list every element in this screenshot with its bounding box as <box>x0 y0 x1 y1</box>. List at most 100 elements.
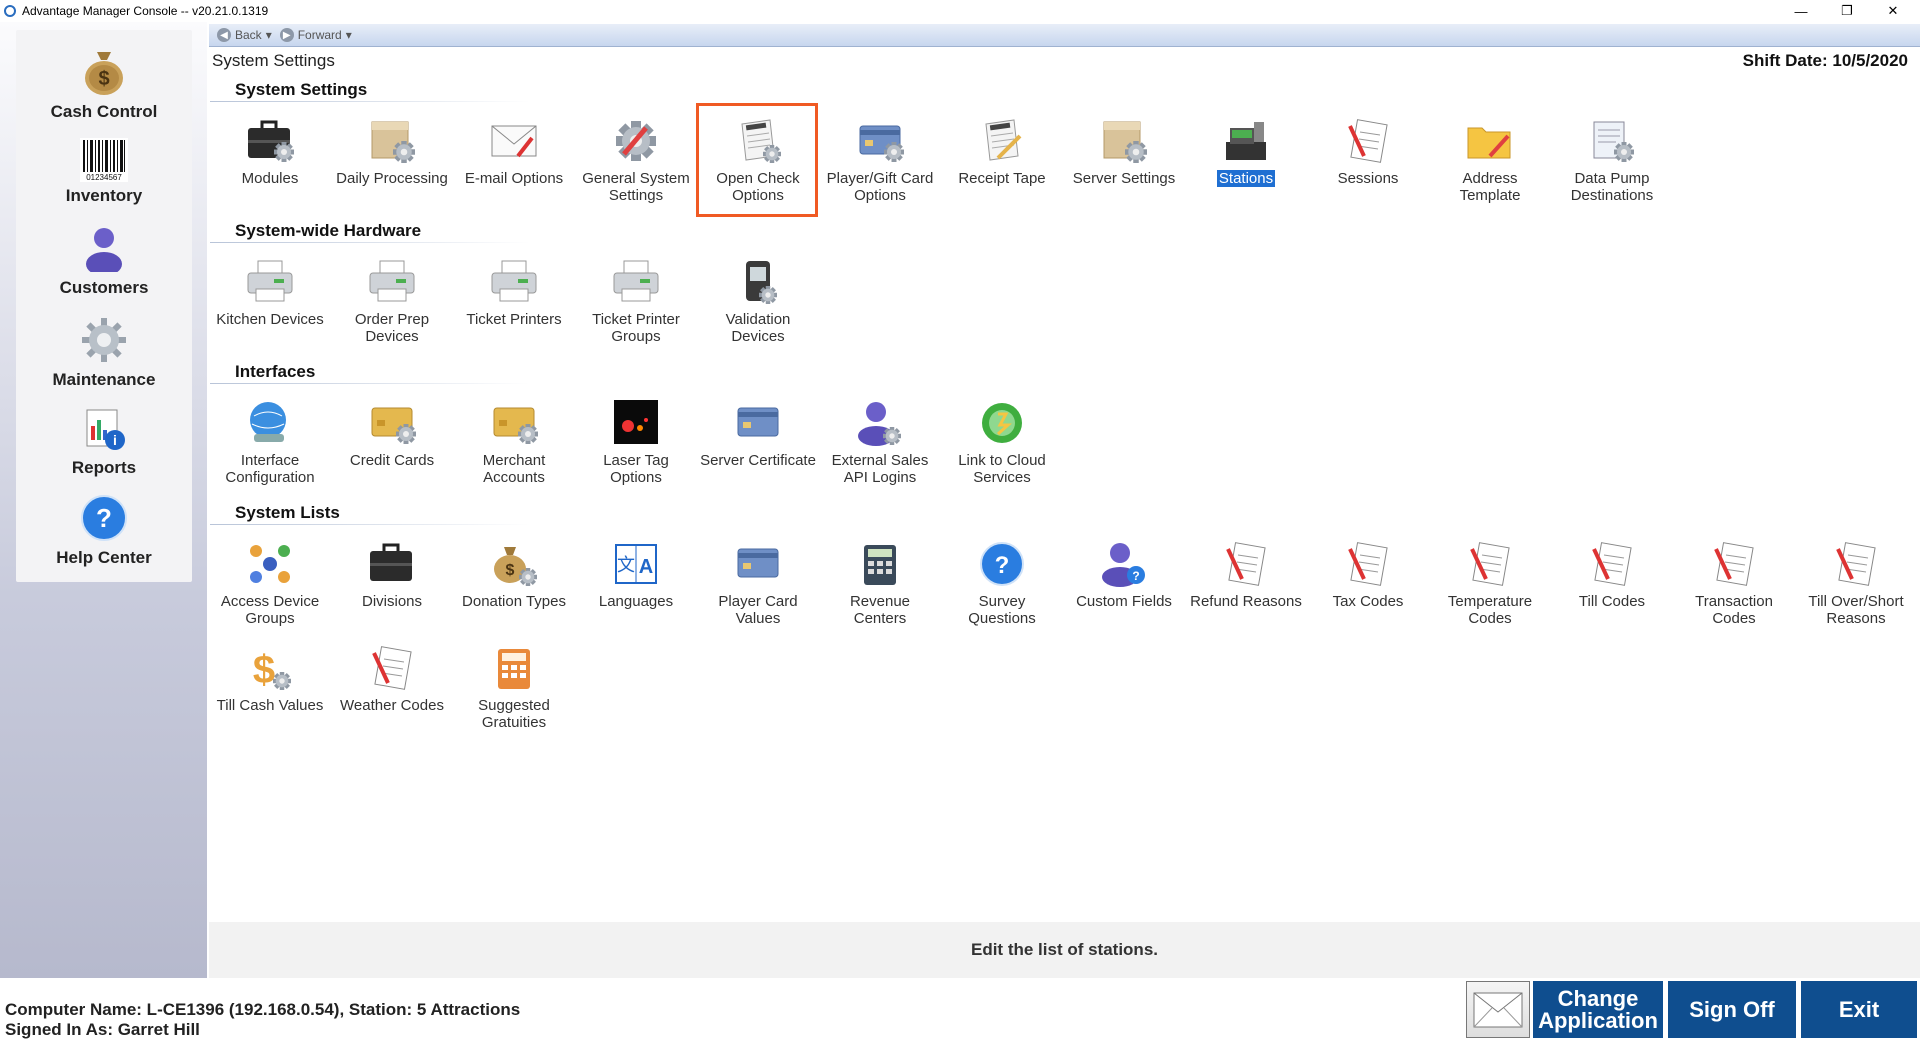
tile-label: Languages <box>598 593 674 610</box>
tile-label: Interface Configuration <box>225 452 315 486</box>
sidebar-item-reports[interactable]: i Reports <box>16 406 192 478</box>
tile-player-card-values[interactable]: Player Card Values <box>698 539 818 627</box>
section-divider <box>210 101 530 102</box>
tile-ticket-printer-groups[interactable]: Ticket Printer Groups <box>576 257 696 345</box>
minimize-button[interactable]: — <box>1778 0 1824 22</box>
tile-label: Divisions <box>361 593 422 610</box>
tile-suggested-gratuities[interactable]: Suggested Gratuities <box>454 643 574 731</box>
tile-address-template[interactable]: Address Template <box>1430 116 1550 204</box>
tile-till-over-short-reasons[interactable]: Till Over/Short Reasons <box>1796 539 1916 627</box>
section-divider <box>210 383 530 384</box>
tile-till-codes[interactable]: Till Codes <box>1552 539 1672 610</box>
mail-button[interactable] <box>1466 981 1530 1038</box>
section-title-system-wide-hardware: System-wide Hardware <box>235 221 422 240</box>
server-box-icon <box>1103 121 1147 163</box>
tile-stations[interactable]: Stations <box>1186 116 1306 187</box>
tile-player-gift-card-options[interactable]: Player/Gift Card Options <box>820 116 940 204</box>
sidebar-item-label: Customers <box>59 278 149 297</box>
tile-general-system-settings[interactable]: General System Settings <box>576 116 696 204</box>
tile-divisions[interactable]: Divisions <box>332 539 452 610</box>
card-icon <box>737 407 779 437</box>
tile-label: Access Device Groups <box>220 593 320 627</box>
tile-ticket-printers[interactable]: Ticket Printers <box>454 257 574 328</box>
change-application-button[interactable]: Change Application <box>1533 981 1663 1038</box>
signed-in-user: Signed In As: Garret Hill <box>5 1020 200 1039</box>
sign-off-button[interactable]: Sign Off <box>1668 981 1796 1038</box>
tile-transaction-codes[interactable]: Transaction Codes <box>1674 539 1794 627</box>
sidebar-item-cash-control[interactable]: $ Cash Control <box>16 46 192 122</box>
tile-label: Modules <box>241 170 299 187</box>
computer-info: Computer Name: L-CE1396 (192.168.0.54), … <box>5 1000 520 1040</box>
tile-revenue-centers[interactable]: Revenue Centers <box>820 539 940 627</box>
back-label: Back <box>235 28 262 42</box>
sidebar-item-label: Reports <box>71 458 137 477</box>
tile-survey-questions[interactable]: ? Survey Questions <box>942 539 1062 627</box>
tile-modules[interactable]: Modules <box>210 116 330 187</box>
tile-order-prep-devices[interactable]: Order Prep Devices <box>332 257 452 345</box>
tile-kitchen-devices[interactable]: Kitchen Devices <box>210 257 330 328</box>
tile-temperature-codes[interactable]: Temperature Codes <box>1430 539 1550 627</box>
tile-label: Refund Reasons <box>1190 593 1302 610</box>
tile-access-device-groups[interactable]: Access Device Groups <box>210 539 330 627</box>
tile-e-mail-options[interactable]: E-mail Options <box>454 116 574 187</box>
tile-custom-fields[interactable]: ? Custom Fields <box>1064 539 1184 610</box>
tile-credit-cards[interactable]: Credit Cards <box>332 398 452 469</box>
laser-tag-icon <box>614 400 658 444</box>
tile-laser-tag-options[interactable]: Laser Tag Options <box>576 398 696 486</box>
exit-button[interactable]: Exit <box>1801 981 1917 1038</box>
forward-button[interactable]: ▶ Forward ▾ <box>279 28 352 42</box>
tile-languages[interactable]: 文 A Languages <box>576 539 696 610</box>
tile-label: External Sales API Logins <box>831 452 929 486</box>
back-button[interactable]: ◀ Back ▾ <box>217 28 272 42</box>
person-gear-icon <box>858 402 901 446</box>
page-title: System Settings <box>212 51 335 70</box>
tile-merchant-accounts[interactable]: Merchant Accounts <box>454 398 574 486</box>
tile-label: General System Settings <box>582 170 690 204</box>
handheld-icon <box>746 261 777 304</box>
sidebar-item-maintenance[interactable]: Maintenance <box>16 316 192 390</box>
svg-text:$: $ <box>253 648 275 692</box>
envelope-icon <box>491 125 537 158</box>
tile-till-cash-values[interactable]: $ Till Cash Values <box>210 643 330 714</box>
person-icon <box>86 228 122 272</box>
tile-receipt-tape[interactable]: Receipt Tape <box>942 116 1062 187</box>
tile-server-certificate[interactable]: Server Certificate <box>698 398 818 469</box>
money-bag-icon: $ <box>85 52 123 95</box>
svg-text:A: A <box>639 556 653 578</box>
tile-label: Till Over/Short Reasons <box>1808 593 1904 627</box>
network-icon <box>250 545 290 583</box>
tile-label: Merchant Accounts <box>482 452 546 486</box>
tile-weather-codes[interactable]: Weather Codes <box>332 643 452 714</box>
tile-label: Kitchen Devices <box>216 311 324 328</box>
register-icon <box>1226 122 1266 160</box>
svg-text:$: $ <box>98 68 109 90</box>
tile-sessions[interactable]: Sessions <box>1308 116 1428 187</box>
checklist-icon <box>1348 542 1388 586</box>
computer-name: Computer Name: L-CE1396 (192.168.0.54), … <box>5 1000 521 1019</box>
gear-icon <box>82 318 126 362</box>
sidebar-item-help-center[interactable]: ? Help Center <box>16 494 192 568</box>
tile-donation-types[interactable]: $ Donation Types <box>454 539 574 610</box>
barcode-icon: 01234567 <box>80 138 128 182</box>
tile-tax-codes[interactable]: Tax Codes <box>1308 539 1428 610</box>
credit-card-icon <box>371 407 416 444</box>
tile-data-pump-destinations[interactable]: Data Pump Destinations <box>1552 116 1672 204</box>
tile-label: Weather Codes <box>340 697 444 714</box>
sidebar-item-inventory[interactable]: 01234567 Inventory <box>16 138 192 206</box>
sidebar-item-label: Inventory <box>65 186 143 205</box>
tile-link-to-cloud-services[interactable]: Link to Cloud Services <box>942 398 1062 486</box>
tile-external-sales-api-logins[interactable]: External Sales API Logins <box>820 398 940 486</box>
close-button[interactable]: ✕ <box>1870 0 1916 22</box>
tile-validation-devices[interactable]: Validation Devices <box>698 257 818 345</box>
sidebar-item-label: Cash Control <box>50 102 158 121</box>
tile-server-settings[interactable]: Server Settings <box>1064 116 1184 187</box>
restore-button[interactable]: ❐ <box>1824 0 1870 22</box>
sidebar-panel: $ Cash Control 01234567 Inventory Custom… <box>16 30 192 582</box>
sidebar-item-customers[interactable]: Customers <box>16 226 192 298</box>
tile-daily-processing[interactable]: Daily Processing <box>332 116 452 187</box>
tile-label: Address Template <box>1459 170 1521 204</box>
tile-refund-reasons[interactable]: Refund Reasons <box>1186 539 1306 610</box>
tile-interface-configuration[interactable]: Interface Configuration <box>210 398 330 486</box>
tile-label: Link to Cloud Services <box>958 452 1046 486</box>
window-title: Advantage Manager Console -- v20.21.0.13… <box>22 4 269 18</box>
